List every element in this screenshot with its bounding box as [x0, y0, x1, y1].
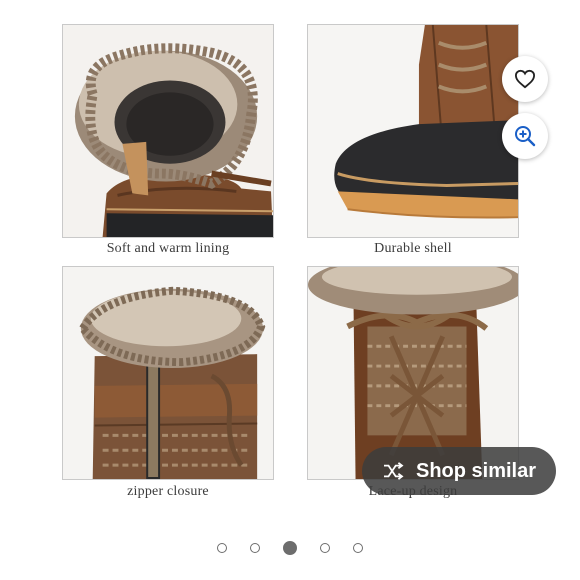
- boot-shell-illustration: [308, 25, 518, 237]
- caption-lining: Soft and warm lining: [106, 241, 230, 256]
- shuffle-icon: [383, 462, 404, 480]
- heart-icon: [514, 69, 536, 89]
- shop-similar-label: Shop similar: [415, 459, 537, 482]
- page-dot-3-active[interactable]: [283, 541, 297, 555]
- boot-lining-illustration: [63, 25, 273, 237]
- page-dot-2[interactable]: [250, 543, 260, 553]
- caption-zipper: zipper closure: [127, 484, 209, 499]
- zoom-button[interactable]: [502, 113, 548, 159]
- product-image-zipper[interactable]: [62, 266, 274, 480]
- zoom-in-icon: [515, 126, 536, 147]
- caption-shell: Durable shell: [374, 241, 452, 256]
- page-dot-4[interactable]: [320, 543, 330, 553]
- pagination-dots: [0, 541, 580, 555]
- page-dot-5[interactable]: [353, 543, 363, 553]
- product-image-lining[interactable]: [62, 24, 274, 238]
- favorite-button[interactable]: [502, 56, 548, 102]
- product-image-shell[interactable]: [307, 24, 519, 238]
- boot-zipper-illustration: [63, 267, 273, 479]
- shop-similar-button[interactable]: Shop similar: [362, 447, 556, 495]
- page-dot-1[interactable]: [217, 543, 227, 553]
